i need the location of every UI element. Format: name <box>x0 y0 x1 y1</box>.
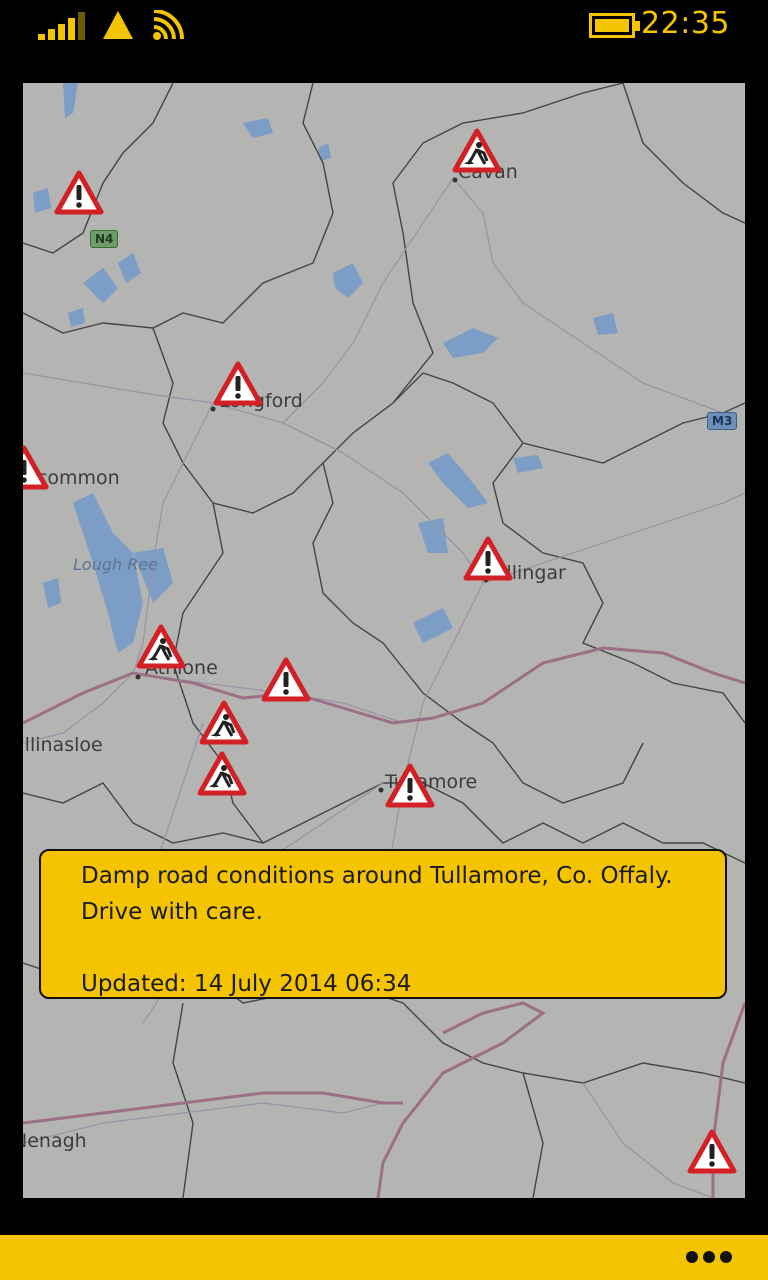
ellipsis-icon[interactable] <box>686 1251 732 1265</box>
selected-hazard-marker[interactable] <box>385 763 435 809</box>
clock: 22:35 <box>641 6 730 41</box>
hazard-marker[interactable] <box>463 536 513 582</box>
hazard-marker[interactable] <box>687 1129 737 1175</box>
map-background <box>23 83 745 1198</box>
battery-icon <box>589 13 640 38</box>
hazard-marker[interactable] <box>261 657 311 703</box>
roadworks-marker[interactable] <box>452 128 502 174</box>
incident-updated-line: Updated: 14 July 2014 06:34 <box>81 966 411 1002</box>
map-view[interactable]: Cavan Longford Roscommon Lough Ree Mulli… <box>23 83 745 1198</box>
updated-timestamp: 14 July 2014 06:34 <box>193 971 412 997</box>
roadworks-marker[interactable] <box>136 624 186 670</box>
incident-message: Damp road conditions around Tullamore, C… <box>81 863 673 925</box>
n4-road-shield: N4 <box>90 230 119 248</box>
status-bar: 22:35 <box>0 0 768 60</box>
roadworks-marker[interactable] <box>197 751 247 797</box>
m3-road-shield: M3 <box>707 412 738 430</box>
hazard-marker[interactable] <box>213 361 263 407</box>
incident-info-box[interactable]: Damp road conditions around Tullamore, C… <box>39 849 727 999</box>
roadworks-marker[interactable] <box>199 700 249 746</box>
updated-label: Updated: <box>81 971 194 997</box>
nenagh-label: Nenagh <box>23 1130 87 1152</box>
hazard-marker[interactable] <box>23 445 49 491</box>
ballinasloe-label: Ballinasloe <box>23 734 103 756</box>
warning-icon <box>103 11 133 39</box>
wifi-icon <box>153 10 184 40</box>
hazard-marker[interactable] <box>54 170 104 216</box>
signal-strength-icon <box>38 12 85 40</box>
app-bar <box>0 1235 768 1280</box>
lough-ree-label: Lough Ree <box>73 555 159 574</box>
